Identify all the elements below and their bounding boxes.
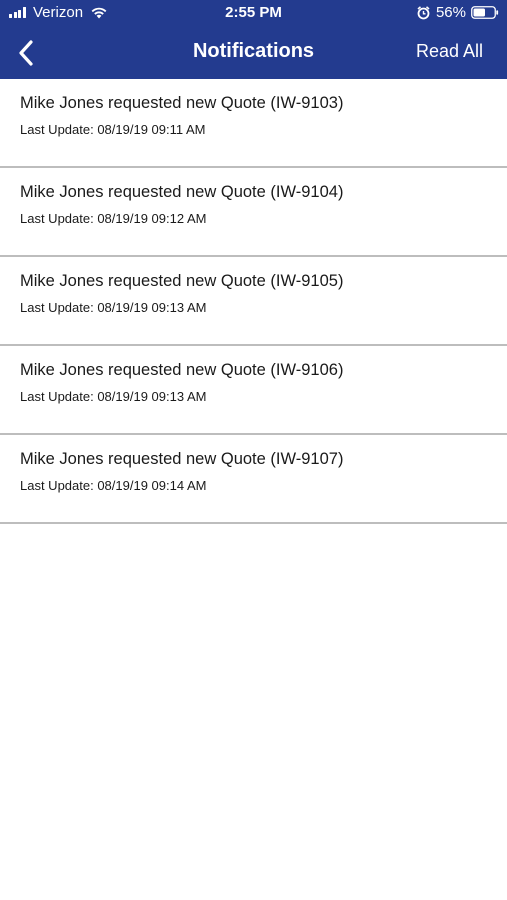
- notification-last-update: Last Update: 08/19/19 09:13 AM: [20, 300, 207, 315]
- notification-item[interactable]: Mike Jones requested new Quote (IW-9104)…: [0, 168, 507, 257]
- signal-icon: [9, 7, 27, 18]
- notification-last-update: Last Update: 08/19/19 09:12 AM: [20, 211, 207, 226]
- read-all-button[interactable]: Read All: [416, 41, 483, 62]
- status-bar: Verizon 2:55 PM 56%: [0, 0, 507, 27]
- status-right: 56%: [417, 4, 499, 21]
- notification-last-update: Last Update: 08/19/19 09:13 AM: [20, 389, 207, 404]
- notification-item[interactable]: Mike Jones requested new Quote (IW-9105)…: [0, 257, 507, 346]
- notification-title: Mike Jones requested new Quote (IW-9104): [20, 183, 344, 201]
- notification-title: Mike Jones requested new Quote (IW-9103): [20, 94, 344, 112]
- notification-list: Mike Jones requested new Quote (IW-9103)…: [0, 79, 507, 524]
- notification-last-update: Last Update: 08/19/19 09:14 AM: [20, 478, 207, 493]
- notification-title: Mike Jones requested new Quote (IW-9107): [20, 450, 344, 468]
- battery-percent: 56%: [435, 4, 466, 21]
- alarm-icon: [417, 5, 430, 19]
- carrier-label: Verizon: [33, 4, 84, 21]
- notification-title: Mike Jones requested new Quote (IW-9106): [20, 361, 344, 379]
- status-left: Verizon: [9, 4, 108, 21]
- notification-item[interactable]: Mike Jones requested new Quote (IW-9107)…: [0, 435, 507, 524]
- wifi-icon: [91, 7, 107, 19]
- notification-title: Mike Jones requested new Quote (IW-9105): [20, 272, 344, 290]
- chevron-left-icon: [19, 40, 33, 66]
- back-button[interactable]: [8, 36, 44, 70]
- notification-last-update: Last Update: 08/19/19 09:11 AM: [20, 122, 206, 137]
- notification-item[interactable]: Mike Jones requested new Quote (IW-9106)…: [0, 346, 507, 435]
- navigation-bar: Notifications Read All: [0, 27, 507, 79]
- notification-item[interactable]: Mike Jones requested new Quote (IW-9103)…: [0, 79, 507, 168]
- battery-icon: [471, 6, 499, 19]
